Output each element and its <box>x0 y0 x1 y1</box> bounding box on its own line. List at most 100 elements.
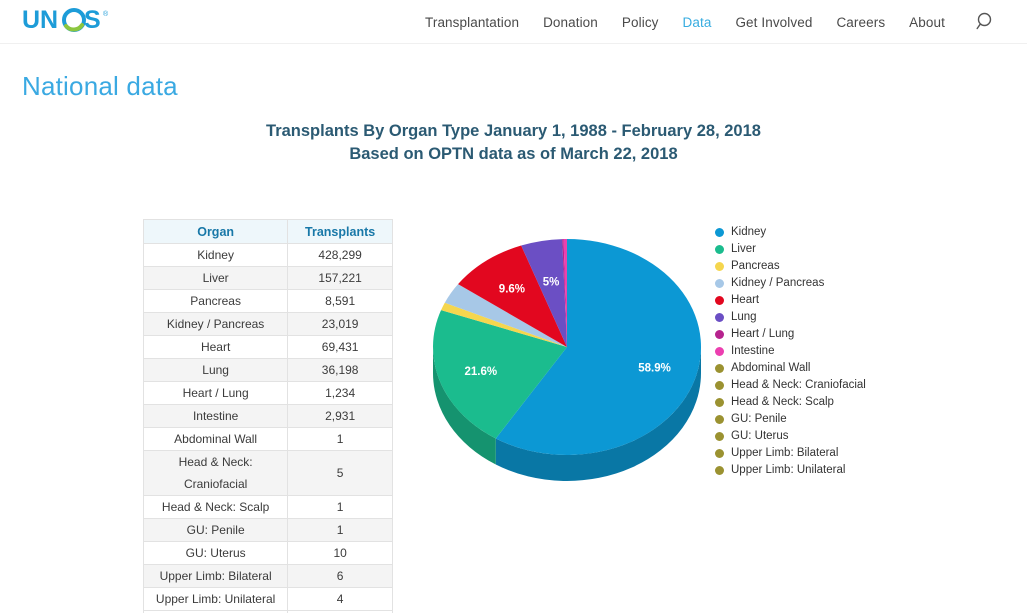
transplants-table: Organ Transplants Kidney 428,299 Liver 157,… <box>142 219 393 613</box>
legend-label: Head & Neck: Craniofacial <box>731 379 866 391</box>
svg-text:®: ® <box>103 10 109 18</box>
nav-item-get-involved[interactable]: Get Involved <box>735 15 812 30</box>
nav-item-transplantation[interactable]: Transplantation <box>425 15 519 30</box>
cell-transplants: 2,931 <box>287 404 393 428</box>
unos-logo[interactable]: U N S ® <box>22 6 118 36</box>
legend-item[interactable]: Intestine <box>715 343 866 360</box>
cell-transplants: 23,019 <box>287 312 393 336</box>
table-row: Liver 157,221 <box>142 266 393 290</box>
nav-item-policy[interactable]: Policy <box>622 15 659 30</box>
national-data-page: U N S ® Transplantation Donation Policy … <box>0 0 1027 613</box>
cell-transplants: 69,431 <box>287 335 393 359</box>
cell-organ: Heart / Lung <box>142 381 289 405</box>
legend-item[interactable]: Abdominal Wall <box>715 360 866 377</box>
cell-transplants: 1 <box>287 495 393 519</box>
unos-logo-mark: U N S ® <box>22 6 109 34</box>
legend-label: Abdominal Wall <box>731 362 811 374</box>
cell-organ: Kidney <box>142 243 289 267</box>
cell-organ: Kidney / Pancreas <box>142 312 289 336</box>
legend-swatch-icon <box>715 330 724 339</box>
legend-label: Upper Limb: Unilateral <box>731 464 846 476</box>
legend-swatch-icon <box>715 262 724 271</box>
cell-organ: Heart <box>142 335 289 359</box>
legend-swatch-icon <box>715 245 724 254</box>
cell-organ: Upper Limb: Unilateral <box>142 587 289 611</box>
cell-organ: Intestine <box>142 404 289 428</box>
nav-item-about[interactable]: About <box>909 15 945 30</box>
pie-slice-label: 5% <box>543 276 560 288</box>
legend-swatch-icon <box>715 466 724 475</box>
legend-label: Kidney / Pancreas <box>731 277 825 289</box>
legend-label: Head & Neck: Scalp <box>731 396 834 408</box>
legend-swatch-icon <box>715 347 724 356</box>
search-icon[interactable] <box>974 10 998 34</box>
cell-organ: Head & Neck: Scalp <box>142 495 289 519</box>
table-row: GU: Penile 1 <box>142 518 393 542</box>
cell-transplants: 10 <box>287 541 393 565</box>
chart-legend: Kidney Liver Pancreas Kidney / Pancreas Hear… <box>715 224 866 479</box>
pie-slice-label: 9.6% <box>499 283 525 295</box>
svg-text:U: U <box>22 6 40 34</box>
nav-item-donation[interactable]: Donation <box>543 15 598 30</box>
legend-label: Intestine <box>731 345 775 357</box>
page-title: National data <box>22 71 178 102</box>
table-head: Organ Transplants <box>142 219 393 244</box>
cell-organ: GU: Penile <box>142 518 289 542</box>
cell-transplants: 1 <box>287 518 393 542</box>
legend-swatch-icon <box>715 279 724 288</box>
search-icon-glyph <box>976 12 992 30</box>
table-row: Intestine 2,931 <box>142 404 393 428</box>
legend-item[interactable]: Head & Neck: Scalp <box>715 394 866 411</box>
legend-label: Lung <box>731 311 757 323</box>
cell-transplants: 428,299 <box>287 243 393 267</box>
legend-item[interactable]: Kidney <box>715 224 866 241</box>
legend-item[interactable]: Kidney / Pancreas <box>715 275 866 292</box>
table-row: Head & Neck: Scalp 1 <box>142 495 393 519</box>
nav-item-data[interactable]: Data <box>683 15 712 30</box>
legend-item[interactable]: Upper Limb: Bilateral <box>715 445 866 462</box>
table-row: Pancreas 8,591 <box>142 289 393 313</box>
table-row: Kidney 428,299 <box>142 243 393 267</box>
table-row: Lung 36,198 <box>142 358 393 382</box>
legend-item[interactable]: Liver <box>715 241 866 258</box>
legend-item[interactable]: Heart <box>715 292 866 309</box>
cell-transplants: 8,591 <box>287 289 393 313</box>
legend-label: GU: Penile <box>731 413 787 425</box>
pie-slice-label: 21.6% <box>465 366 498 378</box>
cell-organ: Upper Limb: Bilateral <box>142 564 289 588</box>
legend-swatch-icon <box>715 415 724 424</box>
legend-swatch-icon <box>715 381 724 390</box>
table-row: GU: Uterus 10 <box>142 541 393 565</box>
legend-item[interactable]: Heart / Lung <box>715 326 866 343</box>
legend-item[interactable]: Lung <box>715 309 866 326</box>
cell-organ: Lung <box>142 358 289 382</box>
legend-item[interactable]: GU: Penile <box>715 411 866 428</box>
cell-organ: GU: Uterus <box>142 541 289 565</box>
cell-transplants: 157,221 <box>287 266 393 290</box>
table-row: Upper Limb: Unilateral 4 <box>142 587 393 611</box>
table-row: Head & Neck: Craniofacial 5 <box>142 450 393 496</box>
table-row: Upper Limb: Bilateral 6 <box>142 564 393 588</box>
legend-item[interactable]: GU: Uterus <box>715 428 866 445</box>
legend-item[interactable]: Upper Limb: Unilateral <box>715 462 866 479</box>
legend-swatch-icon <box>715 296 724 305</box>
column-header-organ: Organ <box>142 219 289 244</box>
legend-item[interactable]: Head & Neck: Craniofacial <box>715 377 866 394</box>
cell-organ: Pancreas <box>142 289 289 313</box>
legend-swatch-icon <box>715 449 724 458</box>
svg-text:S: S <box>84 6 101 34</box>
legend-swatch-icon <box>715 432 724 441</box>
legend-label: Liver <box>731 243 756 255</box>
svg-text:N: N <box>40 6 58 34</box>
pie-slices <box>433 239 701 455</box>
nav-item-careers[interactable]: Careers <box>836 15 885 30</box>
legend-swatch-icon <box>715 398 724 407</box>
legend-swatch-icon <box>715 364 724 373</box>
pie-slice-label: 58.9% <box>638 362 671 374</box>
legend-label: Kidney <box>731 226 767 238</box>
cell-organ: Abdominal Wall <box>142 427 289 451</box>
table-row: Heart / Lung 1,234 <box>142 381 393 405</box>
legend-item[interactable]: Pancreas <box>715 258 866 275</box>
cell-transplants: 6 <box>287 564 393 588</box>
cell-transplants: 1,234 <box>287 381 393 405</box>
